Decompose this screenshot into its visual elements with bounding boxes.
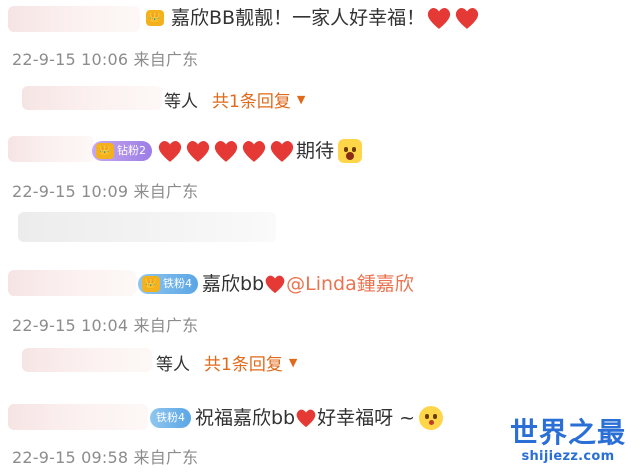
blurred-content	[18, 212, 276, 242]
comment-meta: 22-9-15 10:04 来自广东	[12, 316, 199, 335]
comment-text: 嘉欣bb	[202, 273, 265, 295]
comment-text: 期待	[296, 140, 335, 162]
comment-4: 铁粉4 祝福嘉欣bb 好幸福呀 ~	[150, 405, 444, 431]
site-watermark: 世界之最 shijiezz.com	[509, 416, 626, 465]
fan-badge-label: 铁粉4	[156, 411, 185, 424]
dropdown-caret-icon[interactable]: ▼	[297, 93, 305, 106]
heart-icon	[455, 7, 479, 29]
heart-icon	[270, 140, 294, 162]
heart-icon	[296, 409, 316, 428]
fan-badge[interactable]: 👑 铁粉4	[138, 274, 198, 294]
comment-3: 👑 铁粉4 嘉欣bb @Linda鍾嘉欣	[138, 271, 414, 297]
comment-text-after: 好幸福呀 ~	[317, 407, 416, 429]
reply-summary[interactable]: 等人 共1条回复 ▼	[164, 87, 305, 112]
heart-icon	[427, 7, 451, 29]
fan-badge[interactable]: 👑 钻粉2	[92, 141, 152, 161]
comment-1: 👑 嘉欣BB靓靓！一家人好幸福！	[146, 5, 481, 31]
comment-meta: 22-9-15 10:06 来自广东	[12, 50, 199, 69]
wow-emoji-icon	[338, 139, 363, 163]
heart-icon	[186, 140, 210, 162]
reply-count-link[interactable]: 共1条回复	[212, 87, 291, 112]
crown-badge-icon: 👑	[96, 143, 114, 159]
comment-2: 👑 钻粉2 期待	[92, 138, 363, 164]
comment-text: 祝福嘉欣bb	[195, 407, 296, 429]
blurred-username	[8, 136, 94, 162]
reply-count-link[interactable]: 共1条回复	[204, 350, 283, 375]
reply-prefix: 等人	[156, 355, 190, 375]
user-mention-link[interactable]: @Linda鍾嘉欣	[286, 271, 414, 297]
watermark-title: 世界之最	[509, 416, 626, 449]
fan-badge-label: 铁粉4	[163, 277, 192, 290]
comment-text: 嘉欣BB靓靓！一家人好幸福！	[171, 7, 426, 29]
heart-icon	[158, 140, 182, 162]
kiss-emoji-icon	[419, 406, 444, 430]
blurred-username	[8, 6, 140, 32]
fan-badge[interactable]: 👑	[146, 8, 167, 28]
fan-badge[interactable]: 铁粉4	[150, 408, 191, 428]
reply-summary[interactable]: 等人 共1条回复 ▼	[156, 350, 297, 375]
blurred-replier	[22, 348, 152, 372]
heart-icon	[242, 140, 266, 162]
crown-badge-icon: 👑	[146, 10, 164, 26]
blurred-username	[8, 270, 136, 296]
blurred-replier	[22, 86, 162, 110]
blurred-username	[8, 404, 148, 430]
crown-badge-icon: 👑	[142, 276, 160, 292]
heart-icon	[214, 140, 238, 162]
comment-meta: 22-9-15 10:09 来自广东	[12, 182, 199, 201]
reply-prefix: 等人	[164, 92, 198, 112]
dropdown-caret-icon[interactable]: ▼	[289, 356, 297, 369]
fan-badge-label: 钻粉2	[117, 144, 146, 157]
watermark-url: shijiezz.com	[521, 449, 615, 464]
comment-meta: 22-9-15 09:58 来自广东	[12, 448, 199, 467]
heart-icon	[265, 275, 285, 294]
